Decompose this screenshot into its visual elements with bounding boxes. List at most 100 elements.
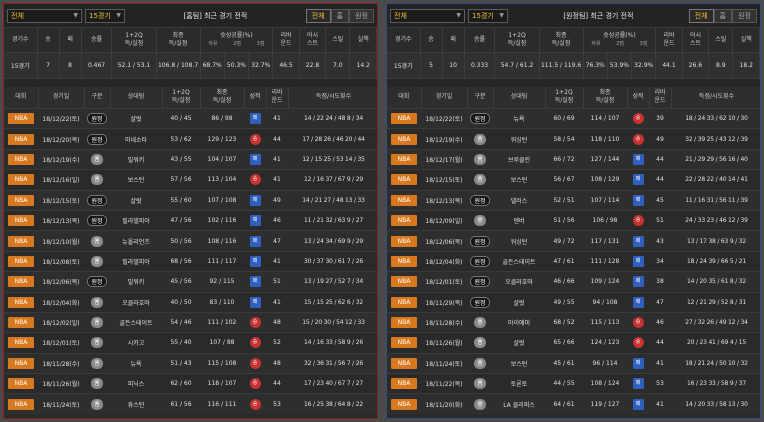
tab-venue-2[interactable]: 원정 — [349, 8, 374, 23]
opponent-name[interactable]: 필라델피아 — [110, 209, 162, 231]
league-badge[interactable]: NBA — [391, 215, 417, 227]
table-row[interactable]: NBA 18/12/06(목) 원정 워싱턴 49 / 72 117 / 131 패 43 13… — [387, 230, 760, 252]
league-badge[interactable]: NBA — [8, 235, 34, 247]
tab-venue-2[interactable]: 원정 — [732, 8, 757, 23]
opponent-name[interactable]: 뉴욕 — [110, 352, 162, 374]
league-badge[interactable]: NBA — [8, 317, 34, 329]
opponent-name[interactable]: 워싱턴 — [493, 128, 545, 150]
table-row[interactable]: NBA 18/12/20(목) 원정 미네소타 53 / 62 129 / 123 승 44 1… — [4, 128, 377, 150]
game-count-select[interactable]: 15경기 ▼ — [85, 8, 125, 23]
table-row[interactable]: NBA 18/11/24(토) 홈 휴스턴 61 / 56 116 / 111 승 53 16 … — [4, 393, 377, 415]
tab-venue-0[interactable]: 전체 — [688, 8, 714, 23]
league-badge[interactable]: NBA — [8, 153, 34, 165]
opponent-name[interactable]: 뉴욕 — [493, 107, 545, 129]
game-count-select[interactable]: 15경기 ▼ — [468, 8, 508, 23]
opponent-name[interactable]: 보스턴 — [493, 352, 545, 374]
league-badge[interactable]: NBA — [391, 357, 417, 369]
league-badge[interactable]: NBA — [8, 296, 34, 308]
table-row[interactable]: NBA 18/12/19(수) 홈 워싱턴 58 / 54 118 / 110 승 49 32 … — [387, 128, 760, 150]
league-badge[interactable]: NBA — [8, 337, 34, 349]
table-row[interactable]: NBA 18/12/09(일) 홈 덴버 51 / 56 106 / 98 승 51 24 / … — [387, 209, 760, 231]
table-row[interactable]: NBA 18/12/15(토) 원정 샬럿 55 / 60 107 / 108 패 49 14 … — [4, 189, 377, 211]
league-filter-select[interactable]: 전체 ▼ — [390, 8, 465, 23]
opponent-name[interactable]: 댈러스 — [493, 189, 545, 211]
league-badge[interactable]: NBA — [8, 174, 34, 186]
table-row[interactable]: NBA 18/11/20(화) 홈 LA 클리퍼스 64 / 61 119 / 127 패 4… — [387, 393, 760, 415]
league-badge[interactable]: NBA — [8, 255, 34, 267]
league-badge[interactable]: NBA — [391, 296, 417, 308]
league-badge[interactable]: NBA — [391, 398, 417, 410]
table-row[interactable]: NBA 18/12/13(목) 원정 댈러스 52 / 51 107 / 114 패 45 11… — [387, 189, 760, 211]
table-row[interactable]: NBA 18/11/26(월) 홈 샬럿 65 / 66 124 / 123 승 44 20 /… — [387, 332, 760, 354]
table-row[interactable]: NBA 18/12/02(일) 홈 골든스테이트 54 / 46 111 / 102 승 48… — [4, 311, 377, 333]
league-badge[interactable]: NBA — [391, 255, 417, 267]
league-badge[interactable]: NBA — [8, 276, 34, 288]
table-row[interactable]: NBA 18/12/04(화) 홈 오클라호마 40 / 50 83 / 110 패 41 15… — [4, 291, 377, 313]
opponent-name[interactable]: 미네소타 — [110, 128, 162, 150]
opponent-name[interactable]: 토론토 — [493, 373, 545, 394]
league-filter-select[interactable]: 전체 ▼ — [7, 8, 82, 23]
league-badge[interactable]: NBA — [8, 378, 34, 390]
opponent-name[interactable]: 샬럿 — [110, 107, 162, 129]
table-row[interactable]: NBA 18/12/08(토) 홈 필라델피아 68 / 56 111 / 117 패 41 3… — [4, 250, 377, 272]
opponent-name[interactable]: 샬럿 — [110, 189, 162, 211]
league-badge[interactable]: NBA — [391, 174, 417, 186]
table-row[interactable]: NBA 18/11/29(목) 원정 샬럿 49 / 55 94 / 108 패 47 12 /… — [387, 291, 760, 313]
table-row[interactable]: NBA 18/12/22(토) 원정 샬럿 40 / 45 86 / 98 패 41 14 / … — [4, 107, 377, 129]
opponent-name[interactable]: 피닉스 — [110, 373, 162, 394]
table-row[interactable]: NBA 18/11/24(토) 홈 보스턴 45 / 61 96 / 114 패 41 18 /… — [387, 352, 760, 374]
table-row[interactable]: NBA 18/12/22(토) 원정 뉴욕 60 / 69 114 / 107 승 39 18 … — [387, 107, 760, 129]
league-badge[interactable]: NBA — [391, 378, 417, 390]
opponent-name[interactable]: 골든스테이트 — [493, 250, 545, 272]
opponent-name[interactable]: 밀워키 — [110, 271, 162, 293]
opponent-name[interactable]: 샬럿 — [493, 291, 545, 313]
table-row[interactable]: NBA 18/11/28(수) 홈 마이애미 68 / 52 115 / 113 승 46 27… — [387, 311, 760, 333]
tab-venue-1[interactable]: 홈 — [713, 8, 733, 23]
opponent-name[interactable]: 휴스턴 — [110, 393, 162, 415]
league-badge[interactable]: NBA — [391, 133, 417, 145]
opponent-name[interactable]: 오클라호마 — [110, 291, 162, 313]
opponent-name[interactable]: 마이애미 — [493, 311, 545, 333]
table-row[interactable]: NBA 18/11/28(수) 홈 뉴욕 51 / 43 115 / 108 승 48 32 /… — [4, 352, 377, 374]
opponent-name[interactable]: 보스턴 — [110, 169, 162, 191]
league-badge[interactable]: NBA — [8, 194, 34, 206]
opponent-name[interactable]: LA 클리퍼스 — [493, 393, 545, 415]
league-badge[interactable]: NBA — [8, 357, 34, 369]
opponent-name[interactable]: 골든스테이트 — [110, 311, 162, 333]
league-badge[interactable]: NBA — [391, 153, 417, 165]
table-row[interactable]: NBA 18/12/16(일) 홈 보스턴 57 / 56 113 / 104 승 41 12 … — [4, 169, 377, 191]
league-badge[interactable]: NBA — [391, 194, 417, 206]
opponent-name[interactable]: 오클라호마 — [493, 271, 545, 293]
table-row[interactable]: NBA 18/12/06(목) 원정 밀워키 45 / 56 92 / 115 패 51 13 … — [4, 271, 377, 293]
tab-venue-0[interactable]: 전체 — [305, 8, 331, 23]
opponent-name[interactable]: 보스턴 — [493, 169, 545, 191]
opponent-name[interactable]: 필라델피아 — [110, 250, 162, 272]
league-badge[interactable]: NBA — [391, 337, 417, 349]
table-row[interactable]: NBA 18/12/17(월) 홈 브루클린 66 / 72 127 / 144 패 44 21… — [387, 148, 760, 170]
opponent-name[interactable]: 뉴올리언즈 — [110, 230, 162, 252]
table-row[interactable]: NBA 18/12/13(목) 원정 필라델피아 47 / 56 102 / 116 패 46… — [4, 209, 377, 231]
table-row[interactable]: NBA 18/12/01(토) 홈 시카고 55 / 40 107 / 88 승 52 14 /… — [4, 332, 377, 354]
table-row[interactable]: NBA 18/12/04(화) 원정 골든스테이트 47 / 61 111 / 128 패 3… — [387, 250, 760, 272]
opponent-name[interactable]: 워싱턴 — [493, 230, 545, 252]
league-badge[interactable]: NBA — [8, 215, 34, 227]
opponent-name[interactable]: 시카고 — [110, 332, 162, 354]
table-row[interactable]: NBA 18/12/01(토) 원정 오클라호마 46 / 66 109 / 124 패 38… — [387, 271, 760, 293]
table-row[interactable]: NBA 18/11/22(목) 홈 토론토 44 / 55 108 / 124 패 53 16 … — [387, 373, 760, 394]
league-badge[interactable]: NBA — [391, 276, 417, 288]
table-row[interactable]: NBA 18/12/15(토) 홈 보스턴 56 / 67 108 / 129 패 44 22 … — [387, 169, 760, 191]
opponent-name[interactable]: 덴버 — [493, 209, 545, 231]
table-row[interactable]: NBA 18/12/10(월) 홈 뉴올리언즈 50 / 56 108 / 116 패 47 1… — [4, 230, 377, 252]
league-badge[interactable]: NBA — [8, 398, 34, 410]
league-badge[interactable]: NBA — [391, 235, 417, 247]
league-badge[interactable]: NBA — [8, 133, 34, 145]
league-badge[interactable]: NBA — [391, 113, 417, 125]
league-badge[interactable]: NBA — [8, 113, 34, 125]
table-row[interactable]: NBA 18/11/26(월) 홈 피닉스 62 / 60 118 / 107 승 44 17 … — [4, 373, 377, 394]
opponent-name[interactable]: 브루클린 — [493, 148, 545, 170]
league-badge[interactable]: NBA — [391, 317, 417, 329]
table-row[interactable]: NBA 18/12/19(수) 홈 밀워키 43 / 55 104 / 107 패 41 12 … — [4, 148, 377, 170]
tab-venue-1[interactable]: 홈 — [330, 8, 350, 23]
opponent-name[interactable]: 샬럿 — [493, 332, 545, 354]
opponent-name[interactable]: 밀워키 — [110, 148, 162, 170]
